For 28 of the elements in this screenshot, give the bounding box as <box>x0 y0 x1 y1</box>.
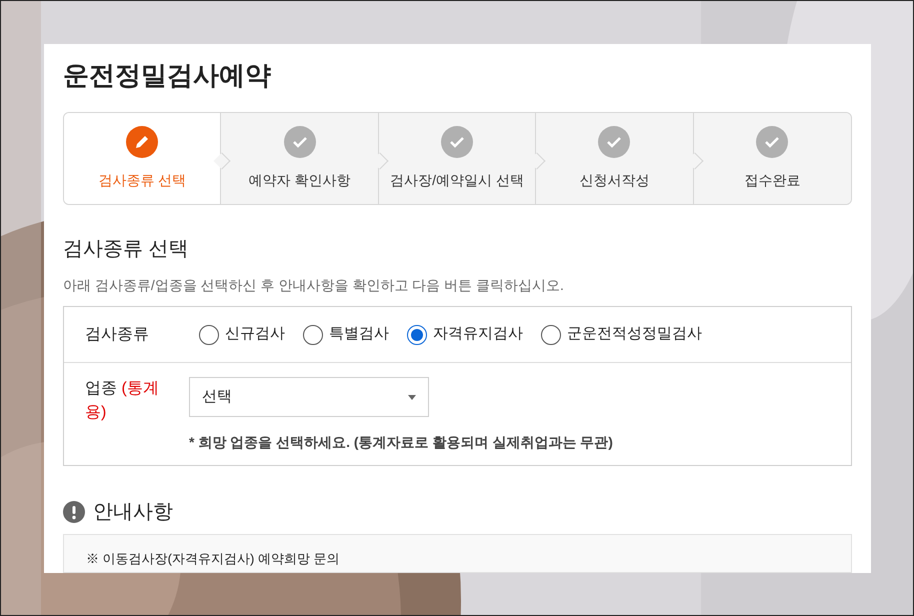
field-label: 검사종류 <box>85 324 150 344</box>
check-icon <box>598 126 630 158</box>
check-icon <box>441 126 474 158</box>
step-tab[interactable]: 예약자 확인사항 <box>221 113 379 204</box>
radio-option[interactable]: 자격유지검사 <box>407 323 523 346</box>
step-tab[interactable]: 신청서작성 <box>536 113 694 204</box>
radio-option[interactable]: 군운전적성정밀검사 <box>541 323 702 346</box>
industry-select[interactable]: 선택 <box>189 377 429 417</box>
caret-icon <box>408 394 416 400</box>
pencil-icon <box>126 126 158 158</box>
notice-text: ※ 이동검사장(자격유지검사) 예약희망 문의 <box>86 550 340 568</box>
radio-icon[interactable] <box>199 324 219 344</box>
radio-option[interactable]: 특별검사 <box>303 323 389 346</box>
section-title: 검사종류 선택 <box>63 237 190 262</box>
section-description: 아래 검사종류/업종을 선택하신 후 안내사항을 확인하고 다음 버튼 클릭하십시오. <box>63 276 565 295</box>
step-tab[interactable]: 접수완료 <box>694 113 851 204</box>
radio-icon[interactable] <box>541 324 561 344</box>
warning-icon <box>63 501 85 523</box>
page-title: 운전정밀검사예약 <box>63 59 272 92</box>
hint-text: * 희망 업종을 선택하세요. (통계자료로 활용되며 실제취업과는 무관) <box>189 433 613 452</box>
step-tab[interactable]: 검사장/예약일시 선택 <box>378 113 536 204</box>
field-label: 업종 (통계용) <box>85 379 160 423</box>
check-icon <box>756 126 788 158</box>
radio-option[interactable]: 신규검사 <box>199 323 285 346</box>
radio-icon[interactable] <box>407 324 427 344</box>
radio-icon[interactable] <box>303 324 323 344</box>
notice-title: 안내사항 <box>93 500 173 525</box>
check-icon <box>284 126 316 158</box>
